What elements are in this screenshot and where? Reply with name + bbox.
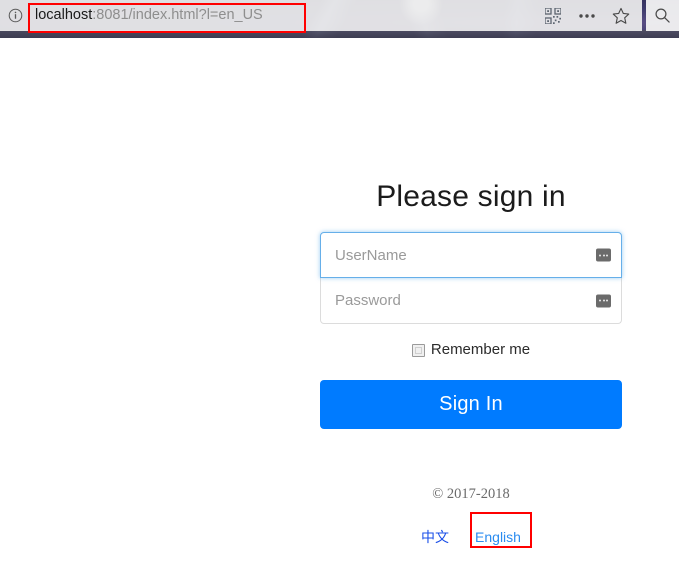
signin-form: Please sign in Remember me Sign In © 201…: [320, 178, 622, 547]
url-text[interactable]: localhost:8081/index.html?l=en_US: [30, 0, 536, 31]
page-content: Please sign in Remember me Sign In © 201…: [0, 38, 679, 568]
qr-code-icon[interactable]: [536, 0, 570, 31]
language-switcher: 中文 English: [320, 527, 622, 547]
username-field-wrapper[interactable]: [320, 232, 622, 278]
remember-me-label: Remember me: [430, 341, 531, 358]
info-circle-icon[interactable]: [0, 0, 30, 31]
chrome-action-buttons: [536, 0, 642, 31]
broken-image-icon: [596, 248, 611, 262]
url-path: :8081/index.html?l=en_US: [92, 7, 263, 23]
chrome-bottom-edge: [0, 30, 679, 38]
language-link-english[interactable]: English: [475, 529, 521, 545]
language-link-chinese[interactable]: 中文: [421, 527, 449, 547]
username-input[interactable]: [321, 233, 621, 277]
password-field-wrapper[interactable]: [320, 278, 622, 324]
copyright-text: © 2017-2018: [432, 486, 510, 502]
remember-me-row: Remember me: [320, 341, 622, 359]
broken-image-icon: [596, 294, 611, 307]
address-bar[interactable]: localhost:8081/index.html?l=en_US: [0, 0, 642, 31]
remember-me-checkbox[interactable]: [411, 343, 425, 357]
more-options-icon[interactable]: [570, 0, 604, 31]
url-host: localhost: [35, 7, 93, 23]
browser-chrome: localhost:8081/index.html?l=en_US: [0, 0, 679, 38]
search-icon[interactable]: [646, 0, 679, 31]
sign-in-button[interactable]: Sign In: [320, 380, 622, 429]
page-title: Please sign in: [376, 180, 566, 213]
favorite-star-icon[interactable]: [604, 0, 638, 31]
password-input[interactable]: [321, 278, 621, 323]
